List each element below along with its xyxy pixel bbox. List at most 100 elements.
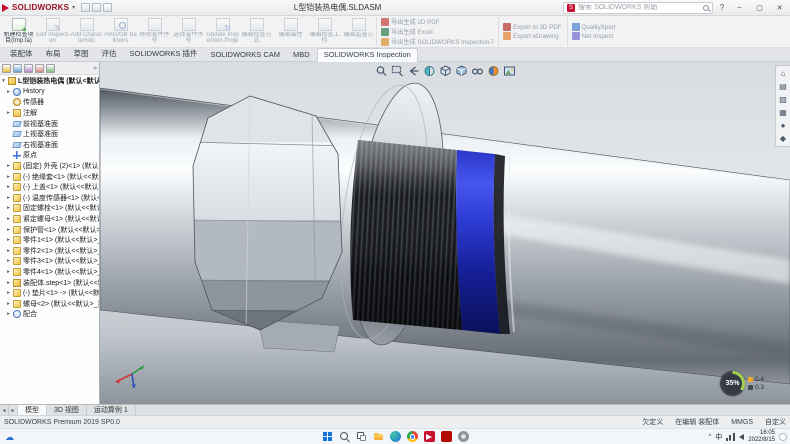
notifications-icon[interactable] [779, 433, 787, 441]
ribbon-tab-4[interactable]: SOLIDWORKS 插件 [124, 47, 204, 61]
settings-icon[interactable] [458, 431, 469, 442]
file-explorer-icon[interactable] [373, 431, 384, 442]
ribbon-tab-1[interactable]: 布局 [40, 47, 67, 61]
expander-icon[interactable]: ▸ [6, 258, 11, 264]
ribbon-button-excel[interactable]: 导出生成 Excel [381, 27, 493, 36]
ribbon-button-edit-inspection[interactable]: Edit Inspection [36, 17, 69, 46]
tree-item-15[interactable]: ▸零件2<1> (默认<<默认>_显示状态 [1, 246, 99, 257]
menu-caret-icon[interactable]: ▾ [72, 4, 75, 11]
ribbon-button-update-project[interactable]: Update Inspection Project [206, 17, 239, 46]
tray-expand-icon[interactable]: ^ [708, 434, 711, 440]
dimxpertmanager-icon[interactable] [35, 64, 44, 73]
displaymanager-icon[interactable] [46, 64, 55, 73]
save-file-icon[interactable] [103, 3, 112, 12]
ribbon-tab-3[interactable]: 评估 [96, 47, 123, 61]
section-view-icon[interactable] [423, 64, 436, 77]
expander-icon[interactable]: ▸ [6, 89, 11, 95]
edit-appearance-icon[interactable] [487, 64, 500, 77]
expander-icon[interactable]: ▸ [6, 184, 11, 190]
close-button[interactable]: ✕ [771, 1, 788, 15]
search-box[interactable]: S [563, 2, 713, 14]
expander-icon[interactable]: ▸ [6, 290, 11, 296]
minimize-button[interactable]: – [731, 1, 748, 15]
expander-icon[interactable]: ▸ [6, 110, 11, 116]
zoom-area-icon[interactable] [391, 64, 404, 77]
tree-item-17[interactable]: ▸零件4<1> (默认<<默认>_显示状态 [1, 267, 99, 278]
expander-icon[interactable]: ▾ [1, 78, 6, 84]
expander-icon[interactable]: ▸ [6, 195, 11, 201]
model-tab-0[interactable]: 模型 [18, 405, 47, 415]
tree-item-12[interactable]: ▸紧定螺母<1> (默认<<默认>_显示状 [1, 214, 99, 225]
previous-view-icon[interactable] [407, 64, 420, 77]
ribbon-tab-6[interactable]: MBD [287, 49, 316, 61]
ribbon-button-pick-balloons[interactable]: 选择零件序号 [172, 17, 205, 46]
expander-icon[interactable]: ▸ [6, 227, 11, 233]
expander-icon[interactable]: ▸ [6, 205, 11, 211]
tree-item-9[interactable]: ▸(-) 上盖<1> (默认<<默认>_显示状态 [1, 182, 99, 193]
ribbon-button-swi[interactable]: 导出生成 SOLIDWORKS Inspection 项目 [381, 37, 493, 46]
tree-item-20[interactable]: ▸螺母<2> (默认<<默认>_显示状态 [1, 298, 99, 309]
tree-item-0[interactable]: ▸History [1, 87, 99, 98]
tree-item-2[interactable]: ▸注解 [1, 108, 99, 119]
expander-icon[interactable]: ▸ [6, 174, 11, 180]
ribbon-button-edit-properties[interactable]: 编辑属性 [274, 17, 307, 46]
search-input[interactable] [578, 4, 700, 11]
tree-item-13[interactable]: ▸保护管<1> (默认<<默认>_显示状态 [1, 224, 99, 235]
edge-icon[interactable] [390, 431, 401, 442]
tree-item-14[interactable]: ▸零件1<1> (默认<<默认>_显示状态 [1, 235, 99, 246]
tree-item-7[interactable]: ▸(固定) 外壳 (2)<1> (默认<<默认>_显示状 [1, 161, 99, 172]
tree-item-1[interactable]: 传感器 [1, 97, 99, 108]
expander-icon[interactable]: ▸ [6, 248, 11, 254]
graphics-area[interactable]: ⌂▤▨▦●◆ 35% 0.40.3 [100, 62, 790, 404]
ribbon-button-add-characteristic[interactable]: Add Characteristic [70, 17, 103, 46]
help-button[interactable]: ? [716, 3, 728, 12]
ribbon-button-edit-monitor[interactable]: 编辑监查方 [342, 17, 375, 46]
ribbon-tab-0[interactable]: 装配体 [4, 47, 39, 61]
tree-item-5[interactable]: 右视基准面 [1, 140, 99, 151]
expander-icon[interactable]: ▸ [6, 301, 11, 307]
featuremanager-icon[interactable] [2, 64, 11, 73]
pdf-icon[interactable] [441, 431, 452, 442]
volume-icon[interactable] [739, 434, 744, 440]
view-orientation-icon[interactable] [439, 64, 452, 77]
ribbon-button-pdf[interactable]: 导出生成 2D PDF [381, 17, 493, 26]
expander-icon[interactable]: ▸ [6, 216, 11, 222]
expander-icon[interactable]: ▸ [6, 163, 11, 169]
ribbon-button-balloons[interactable]: HAG/GB Balloons [104, 17, 137, 46]
tree-item-18[interactable]: ▸装配体.step<1> (默认<<默认>_显示 [1, 277, 99, 288]
chrome-icon[interactable] [407, 431, 418, 442]
tree-item-6[interactable]: 原点 [1, 150, 99, 161]
tree-item-3[interactable]: 前视基准面 [1, 118, 99, 129]
expander-icon[interactable]: ▸ [6, 269, 11, 275]
tree-item-11[interactable]: ▸固定螺栓<1> (默认<<默认>_显示状 [1, 203, 99, 214]
propertymanager-icon[interactable] [13, 64, 22, 73]
appearances-icon[interactable]: ● [781, 121, 786, 130]
model-tab-1[interactable]: 3D 视图 [47, 405, 87, 415]
ribbon-button-quality[interactable]: QualityXpert [572, 23, 616, 31]
tree-item-10[interactable]: ▸(-) 温度传感器<1> (默认<<默认>_显 [1, 193, 99, 204]
maximize-button[interactable]: ▢ [751, 1, 768, 15]
search-icon[interactable] [703, 5, 709, 11]
custom-properties-icon[interactable]: ◆ [780, 134, 786, 143]
zoom-fit-icon[interactable] [375, 64, 388, 77]
ribbon-tab-5[interactable]: SOLIDWORKS CAM [204, 49, 286, 61]
new-file-icon[interactable] [81, 3, 90, 12]
model-render[interactable] [100, 62, 790, 404]
model-tab-nav-icon-1[interactable]: ▸ [9, 405, 18, 415]
model-tab-2[interactable]: 运动算例 1 [87, 405, 136, 415]
ribbon-button-net[interactable]: Net-Inspect [572, 32, 616, 40]
tree-item-4[interactable]: 上视基准面 [1, 129, 99, 140]
expander-icon[interactable]: ▸ [6, 237, 11, 243]
solidworks-resources-icon[interactable]: ⌂ [781, 69, 786, 78]
ime-indicator[interactable]: 中 [715, 432, 722, 442]
tree-item-8[interactable]: ▸(-) 绝缘套<1> (默认<<默认>_显示状 [1, 171, 99, 182]
flyout-icon[interactable]: » [93, 65, 97, 72]
ribbon-button-pdf3d[interactable]: Export to 3D PDF [503, 23, 562, 31]
design-library-icon[interactable]: ▤ [779, 82, 787, 91]
solidworks-icon[interactable] [424, 431, 435, 442]
tree-item-16[interactable]: ▸零件3<1> (默认<<默认>_显示状态 [1, 256, 99, 267]
configurationmanager-icon[interactable] [24, 64, 33, 73]
ribbon-button-remove-balloons[interactable]: 移除零件序号 [138, 17, 171, 46]
expander-icon[interactable]: ▸ [6, 311, 11, 317]
display-style-icon[interactable] [455, 64, 468, 77]
